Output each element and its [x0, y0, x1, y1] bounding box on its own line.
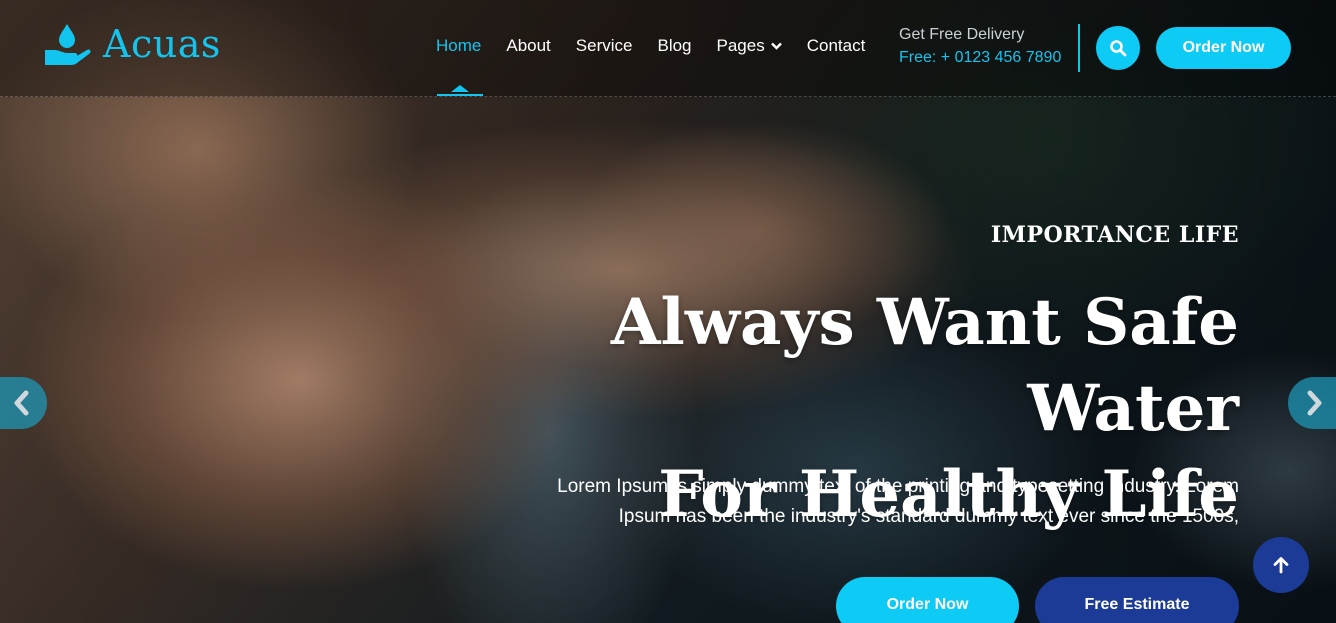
- nav-item-home[interactable]: Home: [436, 36, 481, 56]
- search-button[interactable]: [1096, 26, 1140, 70]
- hero-description-line-1: Lorem Ipsum is simply dummy text of the …: [557, 476, 1239, 497]
- chevron-right-icon: [1307, 390, 1322, 416]
- hero-subtitle: IMPORTANCE LIFE: [990, 222, 1239, 248]
- logo[interactable]: Acuas: [43, 22, 221, 66]
- back-to-top-button[interactable]: [1253, 537, 1309, 593]
- nav-item-label: Contact: [806, 36, 866, 55]
- free-estimate-button[interactable]: Free Estimate: [1035, 577, 1239, 623]
- nav-item-service[interactable]: Service: [576, 36, 633, 56]
- main-nav: Home About Service Blog Pages Contact: [436, 36, 890, 56]
- nav-item-contact[interactable]: Contact: [807, 36, 866, 56]
- slider-next-button[interactable]: [1288, 377, 1336, 429]
- header-order-button[interactable]: Order Now: [1156, 27, 1291, 69]
- hero-order-button[interactable]: Order Now: [836, 577, 1019, 623]
- header-divider: [1078, 24, 1080, 72]
- active-nav-indicator: [437, 85, 483, 96]
- nav-item-label: Service: [575, 36, 633, 55]
- nav-item-label: About: [506, 36, 551, 55]
- nav-item-about[interactable]: About: [506, 36, 550, 56]
- nav-item-label: Home: [436, 36, 482, 55]
- arrow-up-icon: [1273, 557, 1289, 574]
- chevron-down-icon: [770, 42, 782, 50]
- hero-title-line-1: Always Want Safe Water: [610, 285, 1239, 446]
- nav-item-pages[interactable]: Pages: [717, 36, 782, 56]
- nav-item-blog[interactable]: Blog: [657, 36, 691, 56]
- water-drop-hand-icon: [45, 24, 91, 65]
- nav-item-label: Pages: [716, 36, 765, 55]
- delivery-phone[interactable]: Free: + 0123 456 7890: [899, 49, 1061, 67]
- brand-name: Acuas: [103, 22, 221, 66]
- search-icon: [1110, 40, 1127, 57]
- delivery-info: Get Free Delivery Free: + 0123 456 7890: [899, 26, 1061, 67]
- chevron-left-icon: [14, 390, 28, 416]
- hero-description: Lorem Ipsum is simply dummy text of the …: [439, 472, 1239, 532]
- nav-item-label: Blog: [657, 36, 692, 55]
- delivery-title: Get Free Delivery: [899, 26, 1025, 43]
- hero-description-line-2: Ipsum has been the industry's standard d…: [618, 506, 1239, 527]
- site-header: Acuas Home About Service Blog Pages Cont…: [0, 0, 1336, 97]
